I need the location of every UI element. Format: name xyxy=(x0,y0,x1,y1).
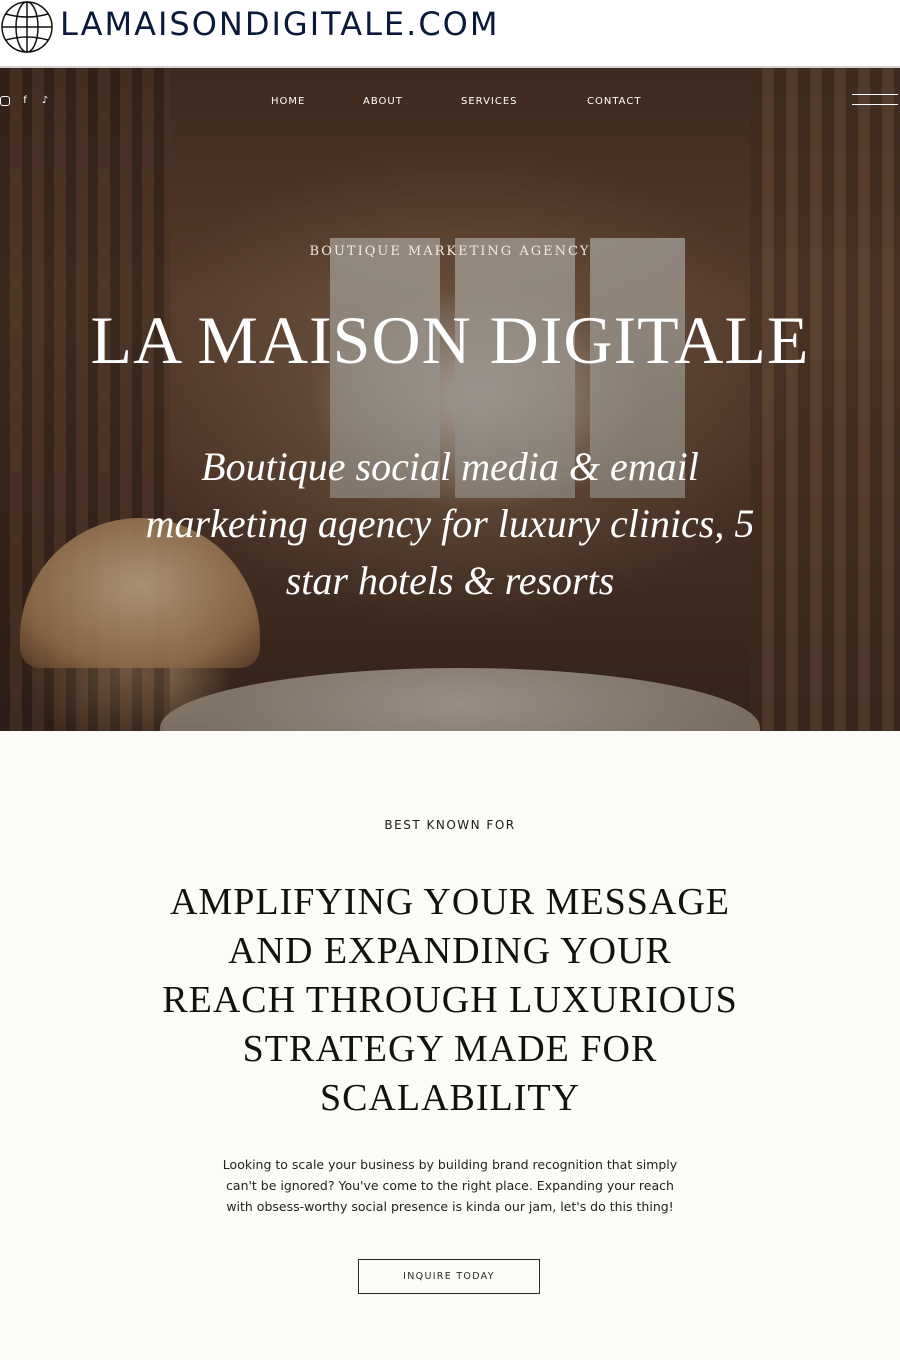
globe-icon xyxy=(1,1,53,53)
nav-home[interactable]: HOME xyxy=(271,96,305,107)
hero-subtitle: Boutique social media & email marketing … xyxy=(145,444,755,603)
site-url[interactable]: LAMAISONDIGITALE.COM xyxy=(60,4,499,44)
section-label: BEST KNOWN FOR xyxy=(384,818,516,832)
hamburger-menu-icon[interactable] xyxy=(852,90,898,110)
nav-services[interactable]: SERVICES xyxy=(461,96,518,107)
nav-contact[interactable]: CONTACT xyxy=(587,96,641,107)
hero-section: f ♪ HOME ABOUT SERVICES CONTACT BOUTIQUE… xyxy=(0,68,900,731)
nav-about[interactable]: ABOUT xyxy=(363,96,403,107)
hero-title: LA MAISON DIGITALE xyxy=(90,302,810,378)
hero-kicker: BOUTIQUE MARKETING AGENCY xyxy=(309,244,591,259)
section-headline: AMPLIFYING YOUR MESSAGE AND EXPANDING YO… xyxy=(162,881,738,1119)
section-body: Looking to scale your business by buildi… xyxy=(222,1157,678,1214)
inquire-today-button[interactable]: INQUIRE TODAY xyxy=(358,1259,540,1294)
main-nav: HOME ABOUT SERVICES CONTACT xyxy=(0,96,900,110)
hero-overlay xyxy=(0,68,900,731)
url-bar: LAMAISONDIGITALE.COM xyxy=(0,0,900,68)
